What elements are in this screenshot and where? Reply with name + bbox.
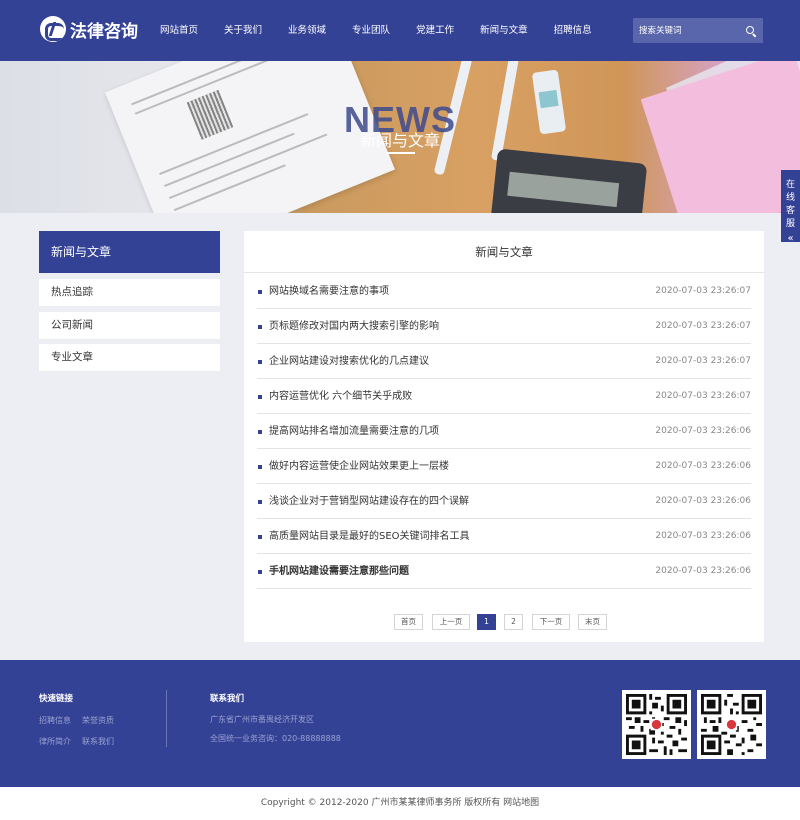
service-label-char: 线 [785,193,795,203]
article-title[interactable]: 提高网站排名增加流量需要注意的几项 [269,414,439,449]
article-date: 2020-07-03 23:26:06 [655,531,751,541]
article-title[interactable]: 页标题修改对国内两大搜索引擎的影响 [269,309,439,344]
site-header: 法律咨询 网站首页 关于我们 业务领域 专业团队 党建工作 新闻与文章 招聘信息 [0,0,800,61]
banner-underline [386,152,415,154]
footer-divider [166,690,167,747]
site-logo[interactable]: 法律咨询 [40,16,138,42]
nav-item-practice-areas[interactable]: 业务领域 [288,0,326,61]
article-date: 2020-07-03 23:26:07 [655,391,751,401]
article-title[interactable]: 内容运营优化 六个细节关乎成败 [269,379,412,414]
pagination-first[interactable]: 首页 [394,614,423,630]
search-box [633,18,763,43]
banner-calculator-image [488,148,648,213]
footer-phone: 全国统一业务咨询：020-88888888 [210,734,341,743]
pagination-last[interactable]: 末页 [578,614,607,630]
article-date: 2020-07-03 23:26:07 [655,356,751,366]
logo-text: 法律咨询 [70,21,138,42]
bullet-icon [258,500,262,504]
page-banner: NEWS 新闻与文章 [0,61,800,213]
qr-code-image [697,690,766,759]
pagination-prev[interactable]: 上一页 [432,614,470,630]
article-date: 2020-07-03 23:26:06 [655,461,751,471]
article-row[interactable]: 手机网站建设需要注意那些问题 2020-07-03 23:26:06 [257,554,751,589]
nav-item-home[interactable]: 网站首页 [160,0,198,61]
article-row[interactable]: 网站换域名需要注意的事项 2020-07-03 23:26:07 [257,274,751,309]
article-row[interactable]: 企业网站建设对搜索优化的几点建议 2020-07-03 23:26:07 [257,344,751,379]
article-title[interactable]: 手机网站建设需要注意那些问题 [269,554,409,589]
nav-item-news[interactable]: 新闻与文章 [480,0,528,61]
article-date: 2020-07-03 23:26:06 [655,426,751,436]
article-date: 2020-07-03 23:26:07 [655,321,751,331]
nav-item-jobs[interactable]: 招聘信息 [554,0,592,61]
collapse-icon[interactable]: « [781,232,800,245]
article-title[interactable]: 网站换域名需要注意的事项 [269,274,389,309]
online-service-tab[interactable]: 在 线 客 服 « [781,170,800,245]
article-title[interactable]: 高质量网站目录是最好的SEO关键词排名工具 [269,519,470,554]
article-title[interactable]: 企业网站建设对搜索优化的几点建议 [269,344,429,379]
pagination-page-current[interactable]: 1 [477,614,496,630]
banner-title: 新闻与文章 [359,131,440,150]
copyright-bar: Copyright © 2012-2020 广州市某某律师事务所 版权所有 网站… [0,787,800,820]
service-label-char: 客 [785,206,795,216]
sidebar-item-company-news[interactable]: 公司新闻 [39,312,220,339]
bullet-icon [258,570,262,574]
nav-item-about[interactable]: 关于我们 [224,0,262,61]
bullet-icon [258,430,262,434]
bullet-icon [258,465,262,469]
bullet-icon [258,290,262,294]
service-label-char: 服 [785,219,795,229]
footer-contact-title: 联系我们 [210,694,245,704]
bullet-icon [258,360,262,364]
footer-link-about[interactable]: 律所简介 [39,736,71,747]
footer-link-contact[interactable]: 联系我们 [82,736,114,747]
panel-title: 新闻与文章 [244,231,764,273]
article-title[interactable]: 做好内容运营使企业网站效果更上一层楼 [269,449,449,484]
pagination-next[interactable]: 下一页 [532,614,570,630]
sidebar-title: 新闻与文章 [39,231,220,273]
footer-link-jobs[interactable]: 招聘信息 [39,715,71,726]
article-row[interactable]: 浅谈企业对于营销型网站建设存在的四个误解 2020-07-03 23:26:06 [257,484,751,519]
sidebar-item-hot-topics[interactable]: 热点追踪 [39,279,220,306]
footer-link-honors[interactable]: 荣誉资质 [82,715,114,726]
search-input[interactable] [633,18,741,43]
footer-quick-links-title: 快速链接 [39,694,74,704]
article-date: 2020-07-03 23:26:06 [655,566,751,576]
qr-code-image [622,690,691,759]
search-icon[interactable] [746,26,754,34]
news-list-panel: 新闻与文章 网站换域名需要注意的事项 2020-07-03 23:26:07 页… [244,231,764,642]
article-row[interactable]: 提高网站排名增加流量需要注意的几项 2020-07-03 23:26:06 [257,414,751,449]
footer-address: 广东省广州市番禺经济开发区 [210,715,314,724]
nav-item-party-work[interactable]: 党建工作 [416,0,454,61]
nav-item-team[interactable]: 专业团队 [352,0,390,61]
bullet-icon [258,395,262,399]
article-date: 2020-07-03 23:26:06 [655,496,751,506]
site-footer: 快速链接 招聘信息 荣誉资质 律所简介 联系我们 联系我们 广东省广州市番禺经济… [0,660,800,787]
article-row[interactable]: 做好内容运营使企业网站效果更上一层楼 2020-07-03 23:26:06 [257,449,751,484]
article-row[interactable]: 高质量网站目录是最好的SEO关键词排名工具 2020-07-03 23:26:0… [257,519,751,554]
article-title[interactable]: 浅谈企业对于营销型网站建设存在的四个误解 [269,484,469,519]
bullet-icon [258,535,262,539]
logo-icon [40,16,66,42]
article-date: 2020-07-03 23:26:07 [655,286,751,296]
pagination-page[interactable]: 2 [504,614,523,630]
sidebar-item-articles[interactable]: 专业文章 [39,344,220,371]
service-label-char: 在 [785,180,795,190]
main-nav: 网站首页 关于我们 业务领域 专业团队 党建工作 新闻与文章 招聘信息 [160,0,618,61]
article-row[interactable]: 内容运营优化 六个细节关乎成败 2020-07-03 23:26:07 [257,379,751,414]
article-row[interactable]: 页标题修改对国内两大搜索引擎的影响 2020-07-03 23:26:07 [257,309,751,344]
bullet-icon [258,325,262,329]
